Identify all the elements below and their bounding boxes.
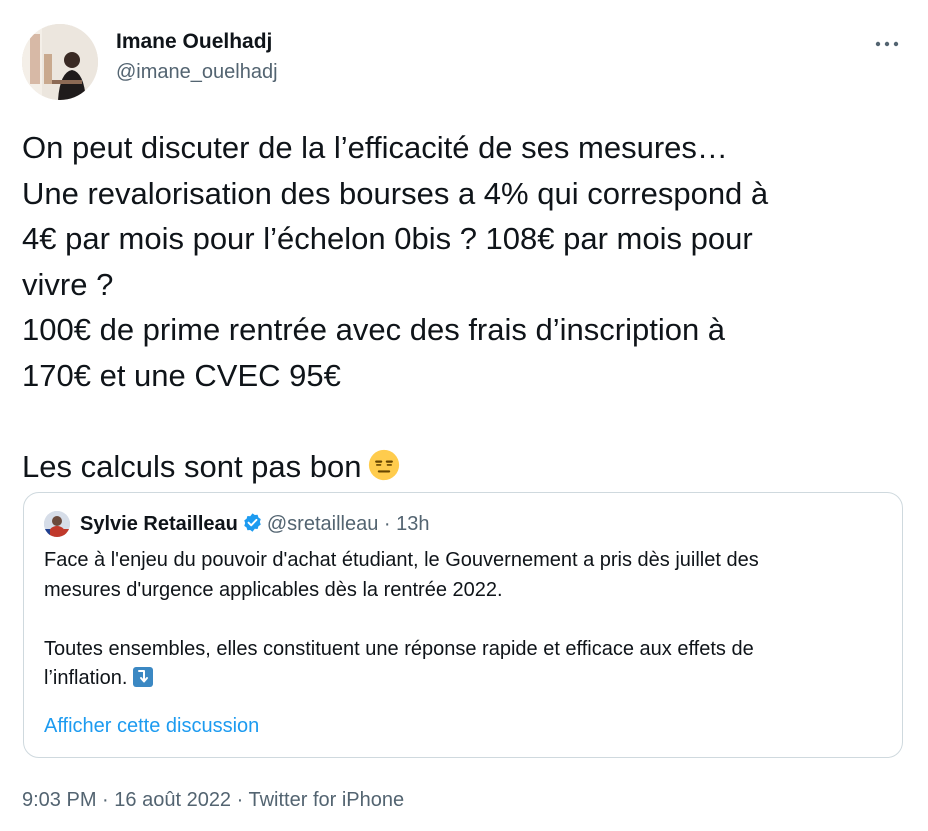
show-thread-link[interactable]: Afficher cette discussion [44,715,259,738]
tweet-line: 100€ de prime rentrée avec des frais d’i… [22,312,726,348]
tweet-line-last: Les calculs sont pas bon [22,444,902,490]
quoted-line: Face à l'enjeu du pouvoir d'achat étudia… [44,549,759,571]
quoted-tweet-time[interactable]: 13h [396,513,429,535]
tweet-line: vivre ? [22,266,114,302]
expressionless-face-emoji-icon [368,450,399,481]
more-options-button[interactable] [870,34,904,54]
more-horizontal-icon [875,41,899,47]
profile-photo-icon [22,24,98,100]
tweet-line: Une revalorisation des bourses a 4% qui … [22,175,769,211]
tweet-date[interactable]: 16 août 2022 [114,789,231,811]
quoted-tweet-text: Face à l'enjeu du pouvoir d'achat étudia… [44,546,894,694]
quoted-author-avatar[interactable] [44,511,70,537]
separator-dot: · [102,789,109,811]
tweet-last-text: Les calculs sont pas bon [22,449,362,485]
tweet-client[interactable]: Twitter for iPhone [249,789,405,811]
quoted-author-handle[interactable]: @sretailleau [267,513,378,535]
tweet-line: 170€ et une CVEC 95€ [22,357,341,393]
separator-dot: · [383,513,391,535]
author-avatar[interactable] [22,24,98,100]
verified-badge-icon [244,513,261,532]
quoted-tweet-card[interactable]: Sylvie Retailleau @sretailleau · 13h Fac… [23,492,903,758]
quoted-author-name[interactable]: Sylvie Retailleau [80,513,238,535]
tweet-line: 4€ par mois pour l’échelon 0bis ? 108€ p… [22,221,753,257]
tweet-meta: 9:03 PM · 16 août 2022 · Twitter for iPh… [22,789,404,812]
tweet-time[interactable]: 9:03 PM [22,789,96,811]
quoted-line-last: l’inflation. [44,664,894,694]
author-handle[interactable]: @imane_ouelhadj [116,61,278,84]
quoted-tweet-header: Sylvie Retailleau @sretailleau · 13h [80,511,430,537]
tweet-text: On peut discuter de la l’efficacité de s… [22,125,902,490]
author-name[interactable]: Imane Ouelhadj [116,30,272,54]
tweet-line: On peut discuter de la l’efficacité de s… [22,130,728,165]
separator-dot: · [236,789,244,811]
arrow-down-right-emoji-icon [133,667,154,687]
quoted-line: Toutes ensembles, elles constituent une … [44,637,754,660]
profile-photo-icon [44,511,70,537]
quoted-line: mesures d'urgence applicables dès la ren… [44,578,503,601]
quoted-line-text: l’inflation. [44,667,128,689]
